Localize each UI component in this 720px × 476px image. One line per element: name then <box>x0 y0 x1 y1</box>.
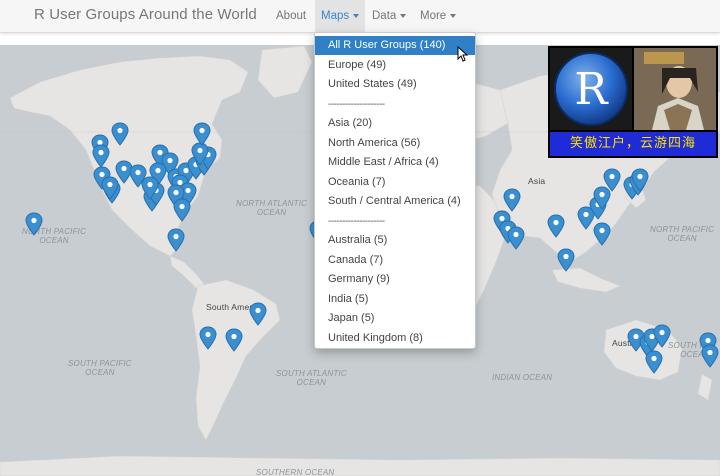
landmass-new-zealand <box>697 373 713 401</box>
menu-item[interactable]: Oceania (7) <box>315 173 475 192</box>
label-asia: Asia <box>528 176 546 186</box>
menu-item[interactable]: Australia (5) <box>315 231 475 250</box>
maps-dropdown-menu: All R User Groups (140) Europe (49) United… <box>314 32 476 349</box>
map-marker[interactable] <box>507 226 525 250</box>
map-marker[interactable] <box>225 328 243 352</box>
menu-item[interactable]: Asia (20) <box>315 114 475 133</box>
menu-item[interactable]: United States (49) <box>315 75 475 94</box>
menu-item[interactable]: United Kingdom (8) <box>315 329 475 348</box>
navbar: R User Groups Around the World About Map… <box>0 0 720 33</box>
nav-maps[interactable]: Maps <box>315 0 366 33</box>
map-marker[interactable] <box>593 222 611 246</box>
r-logo: R <box>550 48 632 130</box>
label-south-pacific: SOUTH PACIFIC OCEAN <box>68 359 132 377</box>
menu-item[interactable]: India (5) <box>315 290 475 309</box>
chevron-down-icon <box>400 13 407 18</box>
menu-item[interactable]: Germany (9) <box>315 270 475 289</box>
map-marker[interactable] <box>25 212 43 236</box>
map-marker[interactable] <box>92 144 110 168</box>
map-marker[interactable] <box>653 324 671 348</box>
label-north-atlantic: NORTH ATLANTIC OCEAN <box>236 199 308 217</box>
map-marker[interactable] <box>557 248 575 272</box>
label-north-pacific-east: NORTH PACIFIC OCEAN <box>650 225 715 243</box>
brand-title[interactable]: R User Groups Around the World <box>34 6 257 23</box>
map-marker[interactable] <box>547 214 565 238</box>
label-south-atlantic: SOUTH ATLANTIC OCEAN <box>276 369 347 387</box>
landmass-central-america <box>169 255 205 289</box>
map-marker[interactable] <box>645 350 663 374</box>
map-marker[interactable] <box>193 122 211 146</box>
map-marker[interactable] <box>141 176 159 200</box>
r-advertisement: R 笑傲江户，云游四海 <box>548 46 718 158</box>
menu-divider: -------------------- <box>328 215 385 227</box>
menu-item[interactable]: Japan (5) <box>315 309 475 328</box>
map-marker[interactable] <box>173 198 191 222</box>
svg-text:R: R <box>574 64 609 115</box>
landmass-antarctica <box>0 455 720 476</box>
label-indian-ocean: INDIAN OCEAN <box>492 373 553 382</box>
landmass-greenland <box>257 45 313 99</box>
nav-about[interactable]: About <box>270 0 312 33</box>
map-marker[interactable] <box>701 344 719 368</box>
map-marker[interactable] <box>111 122 129 146</box>
nav-more[interactable]: More <box>414 0 462 33</box>
menu-item[interactable]: Europe (49) <box>315 56 475 75</box>
map-marker[interactable] <box>631 168 649 192</box>
ad-caption: 笑傲江户，云游四海 <box>550 132 716 156</box>
chevron-down-icon <box>450 13 457 18</box>
chevron-down-icon <box>353 13 360 18</box>
menu-item[interactable]: Middle East / Africa (4) <box>315 153 475 172</box>
map-marker[interactable] <box>167 228 185 252</box>
label-southern-ocean: SOUTHERN OCEAN <box>256 468 335 476</box>
map-marker[interactable] <box>603 168 621 192</box>
mouse-cursor-icon <box>457 45 469 67</box>
menu-divider: -------------------- <box>328 98 385 110</box>
map-marker[interactable] <box>101 176 119 200</box>
menu-item[interactable]: Canada (7) <box>315 251 475 270</box>
menu-item[interactable]: All R User Groups (140) <box>315 36 475 55</box>
nav-data[interactable]: Data <box>366 0 412 33</box>
portrait-image <box>634 48 716 130</box>
map-marker[interactable] <box>199 326 217 350</box>
menu-item[interactable]: South / Central America (4) <box>315 192 475 211</box>
map-marker[interactable] <box>503 188 521 212</box>
map-marker[interactable] <box>249 302 267 326</box>
menu-item[interactable]: North America (56) <box>315 134 475 153</box>
